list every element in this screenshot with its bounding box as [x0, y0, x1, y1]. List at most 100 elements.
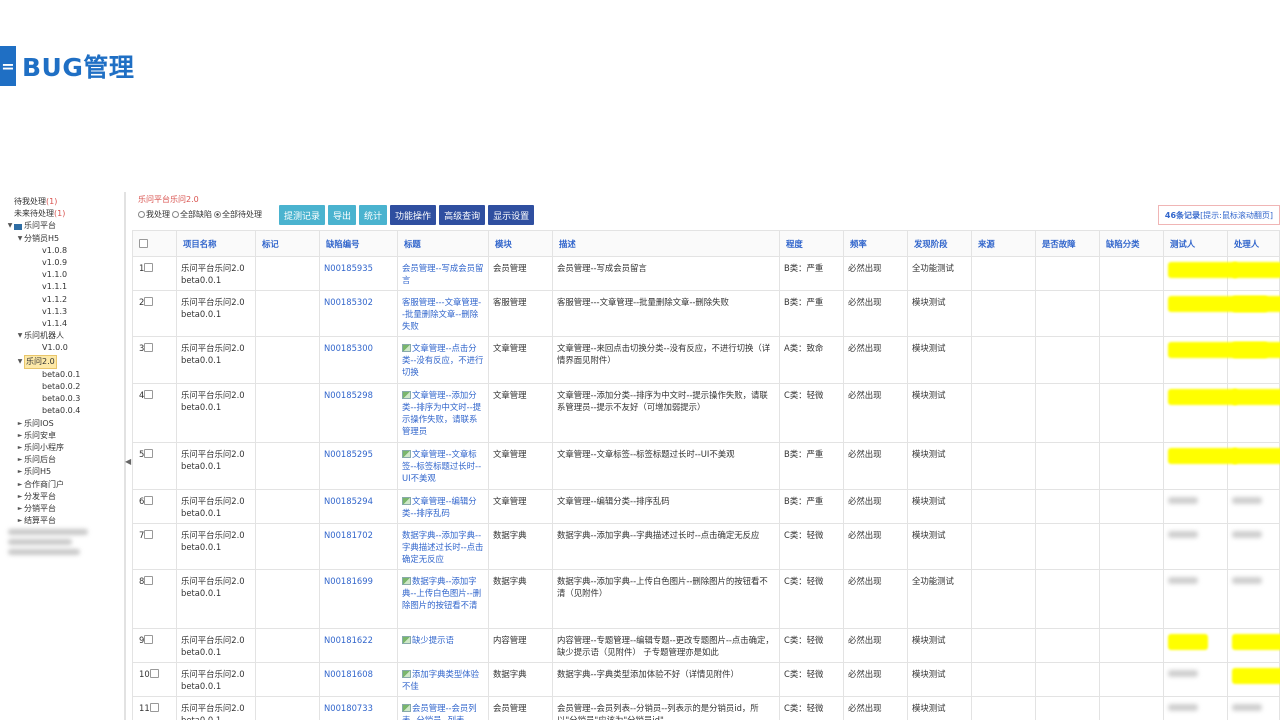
title-link[interactable]: 缺少提示语: [412, 635, 454, 645]
tree-version-2[interactable]: v1.1.0: [6, 269, 122, 281]
cell-title[interactable]: 会员管理--写成会员留言: [397, 256, 489, 291]
tree-version-5[interactable]: v1.1.3: [6, 306, 122, 318]
table-row[interactable]: 6 乐问平台乐问2.0 beta0.0.1 N00185294 文章管理--编辑分类-…: [132, 489, 1280, 524]
tree-group-3[interactable]: ▼ 乐问2.0: [6, 354, 122, 369]
tree-item-root[interactable]: ▼ 乐问平台: [6, 220, 122, 232]
row-checkbox[interactable]: [149, 669, 159, 678]
col-header[interactable]: 程度: [779, 230, 844, 257]
col-header[interactable]: 模块: [488, 230, 553, 257]
col-header[interactable]: 项目名称: [176, 230, 256, 257]
expand-icon[interactable]: ►: [16, 479, 24, 491]
radio-mine[interactable]: 我处理: [138, 209, 170, 220]
table-row[interactable]: 10 乐问平台乐问2.0 beta0.0.1 N00181608 添加字典类型体验不佳…: [132, 662, 1280, 697]
cell-bug-id[interactable]: N00181699: [319, 569, 398, 629]
col-header[interactable]: 来源: [971, 230, 1036, 257]
table-row[interactable]: 2 乐问平台乐问2.0 beta0.0.1 N00185302 客服管理---文章管理…: [132, 290, 1280, 337]
stats-button[interactable]: 统计: [359, 205, 388, 225]
cell-title[interactable]: 文章管理--点击分类--没有反应，不进行切换: [397, 336, 489, 384]
collapse-arrow-icon[interactable]: ◀: [125, 457, 131, 466]
tree-version-0[interactable]: v1.0.8: [6, 245, 122, 257]
tree-product-7[interactable]: ► 分销平台: [6, 503, 122, 515]
row-checkbox[interactable]: [144, 343, 154, 352]
title-link[interactable]: 客服管理---文章管理--批量删除文章--删除失败: [402, 297, 481, 331]
title-link[interactable]: 文章管理--添加分类--排序为中文时--提示操作失败，请联系管理员: [402, 390, 481, 436]
title-link[interactable]: 会员管理--写成会员留言: [402, 263, 483, 285]
cell-bug-id[interactable]: N00185295: [319, 442, 398, 490]
tree-version-3[interactable]: v1.1.1: [6, 281, 122, 293]
col-header[interactable]: 频率: [843, 230, 908, 257]
table-row[interactable]: 9 乐问平台乐问2.0 beta0.0.1 N00181622 缺少提示语 内容管理 内容…: [132, 628, 1280, 663]
cell-title[interactable]: 文章管理--编辑分类--排序乱码: [397, 489, 489, 524]
cell-title[interactable]: 会员管理--会员列表--分销员--列表: [397, 696, 489, 720]
table-row[interactable]: 3 乐问平台乐问2.0 beta0.0.1 N00185300 文章管理--点击分类-…: [132, 336, 1280, 384]
export-button[interactable]: 导出: [328, 205, 357, 225]
title-link[interactable]: 文章管理--编辑分类--排序乱码: [402, 496, 477, 518]
tree-group-1[interactable]: ▼ 分销员H5: [6, 233, 122, 245]
col-header[interactable]: 发现阶段: [907, 230, 972, 257]
cell-bug-id[interactable]: N00181608: [319, 662, 398, 697]
cell-title[interactable]: 添加字典类型体验不佳: [397, 662, 489, 697]
row-checkbox[interactable]: [149, 703, 159, 712]
expand-icon[interactable]: ►: [16, 454, 24, 466]
table-row[interactable]: 11 乐问平台乐问2.0 beta0.0.1 N00180733 会员管理--会员列表…: [132, 696, 1280, 720]
col-header[interactable]: 标记: [255, 230, 320, 257]
menu-icon[interactable]: =: [0, 46, 16, 86]
tree-product-3[interactable]: ► 乐问后台: [6, 454, 122, 466]
cell-bug-id[interactable]: N00185302: [319, 290, 398, 337]
tree-version-1[interactable]: v1.0.9: [6, 257, 122, 269]
table-row[interactable]: 7 乐问平台乐问2.0 beta0.0.1 N00181702 数据字典--添加字典-…: [132, 523, 1280, 570]
cell-bug-id[interactable]: N00185300: [319, 336, 398, 384]
title-link[interactable]: 会员管理--会员列表--分销员--列表: [402, 703, 477, 720]
tree-item-pending[interactable]: 待我处理 (1): [6, 196, 122, 208]
tree-version-2[interactable]: beta0.0.3: [6, 393, 122, 405]
cell-title[interactable]: 数据字典--添加字典--上传白色图片--删除图片的按钮看不清: [397, 569, 489, 629]
expand-icon[interactable]: ▼: [16, 330, 24, 342]
tree-product-0[interactable]: ► 乐问IOS: [6, 418, 122, 430]
cell-bug-id[interactable]: N00185298: [319, 383, 398, 443]
expand-icon[interactable]: ►: [16, 503, 24, 515]
tree-group-2[interactable]: ▼ 乐问机器人: [6, 330, 122, 342]
select-all-checkbox[interactable]: [132, 230, 177, 257]
cell-title[interactable]: 文章管理--文章标签--标签标题过长时--UI不美观: [397, 442, 489, 490]
test-history-button[interactable]: 提测记录: [279, 205, 326, 225]
col-header[interactable]: 是否故障: [1035, 230, 1100, 257]
cell-title[interactable]: 缺少提示语: [397, 628, 489, 663]
cell-title[interactable]: 数据字典--添加字典--字典描述过长时--点击确定无反应: [397, 523, 489, 570]
function-button[interactable]: 功能操作: [390, 205, 437, 225]
radio-all-bugs[interactable]: 全部缺陷: [172, 209, 212, 220]
row-checkbox[interactable]: [144, 297, 154, 306]
tree-version-4[interactable]: v1.1.2: [6, 294, 122, 306]
tree-item-future[interactable]: 未来待处理 (1): [6, 208, 122, 220]
title-link[interactable]: 文章管理--点击分类--没有反应，不进行切换: [402, 343, 483, 377]
expand-icon[interactable]: ▼: [16, 233, 24, 245]
cell-bug-id[interactable]: N00181702: [319, 523, 398, 570]
table-row[interactable]: 1 乐问平台乐问2.0 beta0.0.1 N00185935 会员管理--写成会员留…: [132, 256, 1280, 291]
tree-product-2[interactable]: ► 乐问小程序: [6, 442, 122, 454]
row-checkbox[interactable]: [144, 496, 154, 505]
col-header[interactable]: 测试人: [1163, 230, 1228, 257]
splitter[interactable]: [124, 192, 126, 720]
cell-bug-id[interactable]: N00181622: [319, 628, 398, 663]
expand-icon[interactable]: ►: [16, 430, 24, 442]
title-link[interactable]: 数据字典--添加字典--上传白色图片--删除图片的按钮看不清: [402, 576, 481, 610]
cell-title[interactable]: 客服管理---文章管理--批量删除文章--删除失败: [397, 290, 489, 337]
table-row[interactable]: 4 乐问平台乐问2.0 beta0.0.1 N00185298 文章管理--添加分类-…: [132, 383, 1280, 443]
tree-version-6[interactable]: v1.1.4: [6, 318, 122, 330]
expand-icon[interactable]: ►: [16, 491, 24, 503]
display-settings-button[interactable]: 显示设置: [488, 205, 535, 225]
tree-version-0[interactable]: beta0.0.1: [6, 369, 122, 381]
title-link[interactable]: 文章管理--文章标签--标签标题过长时--UI不美观: [402, 449, 481, 483]
tree-version-3[interactable]: beta0.0.4: [6, 405, 122, 417]
table-row[interactable]: 5 乐问平台乐问2.0 beta0.0.1 N00185295 文章管理--文章标签-…: [132, 442, 1280, 490]
col-header[interactable]: 处理人: [1227, 230, 1280, 257]
row-checkbox[interactable]: [144, 390, 154, 399]
row-checkbox[interactable]: [144, 263, 154, 272]
tree-product-5[interactable]: ► 合作商门户: [6, 479, 122, 491]
title-link[interactable]: 添加字典类型体验不佳: [402, 669, 479, 691]
expand-icon[interactable]: ►: [16, 442, 24, 454]
expand-icon[interactable]: ►: [16, 466, 24, 478]
col-header[interactable]: 标题: [397, 230, 489, 257]
tree-version-1[interactable]: beta0.0.2: [6, 381, 122, 393]
tree-version-0[interactable]: V1.0.0: [6, 342, 122, 354]
tree-product-4[interactable]: ► 乐问H5: [6, 466, 122, 478]
